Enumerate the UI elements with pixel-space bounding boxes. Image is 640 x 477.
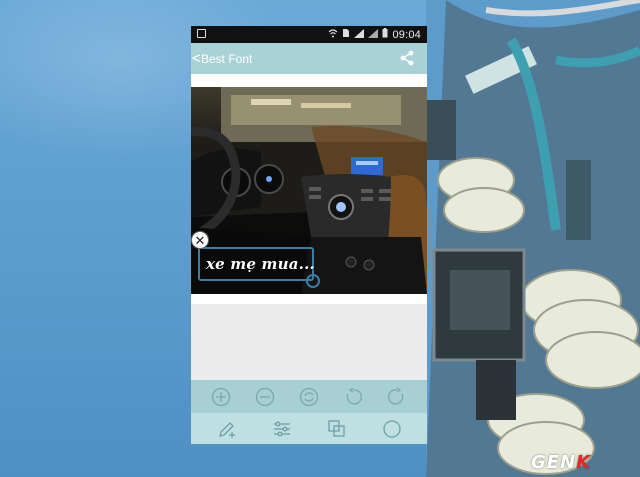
watermark-logo: GENK <box>531 452 591 473</box>
watermark-accent: K <box>576 452 592 473</box>
image-notification-icon <box>197 29 206 38</box>
edit-toolbar <box>191 413 427 444</box>
page-title: Best Font <box>201 51 253 66</box>
shape-circle-icon[interactable] <box>381 418 403 440</box>
status-bar: 09:04 <box>191 26 427 43</box>
transform-toolbar <box>191 380 427 413</box>
adjust-settings-icon[interactable] <box>271 418 293 440</box>
wifi-icon <box>328 28 338 41</box>
zoom-out-icon[interactable] <box>254 386 276 408</box>
canvas-empty-area <box>191 304 427 380</box>
phone-screen: 09:04 < Best Font xe mẹ mua... ✕ <box>191 26 427 444</box>
undo-rotate-icon[interactable] <box>342 386 364 408</box>
signal-icon <box>354 28 365 41</box>
layers-icon[interactable] <box>326 418 348 440</box>
canvas-bottom-margin <box>191 294 427 304</box>
zoom-in-icon[interactable] <box>210 386 232 408</box>
close-icon[interactable]: ✕ <box>191 231 209 249</box>
text-sticker[interactable]: xe mẹ mua... <box>198 247 315 281</box>
redo-rotate-icon[interactable] <box>386 386 408 408</box>
sticker-text: xe mẹ mua... <box>206 255 315 273</box>
sim-icon <box>342 28 350 41</box>
signal-2-icon <box>368 28 379 41</box>
background-insulator-photo <box>426 0 640 477</box>
add-text-icon[interactable] <box>216 418 238 440</box>
edited-photo[interactable]: xe mẹ mua... ✕ <box>191 87 427 294</box>
canvas-top-margin <box>191 74 427 87</box>
battery-icon <box>382 28 388 41</box>
watermark-main: GEN <box>531 452 577 473</box>
share-icon[interactable] <box>399 50 415 66</box>
back-button[interactable]: < <box>191 50 201 67</box>
resize-rotate-handle[interactable] <box>306 274 320 288</box>
clock: 09:04 <box>392 28 421 41</box>
app-bar: < Best Font <box>191 43 427 74</box>
rotate-reset-icon[interactable] <box>298 386 320 408</box>
